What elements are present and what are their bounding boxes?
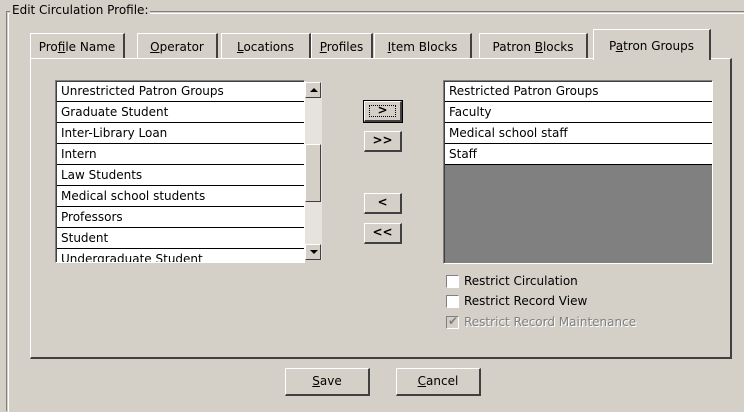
add-all-label: >> — [372, 133, 393, 147]
focus-rect — [369, 105, 396, 117]
restrict-record-maintenance-label: Restrict Record Maintenance — [464, 315, 637, 329]
scroll-down-button[interactable] — [305, 244, 321, 260]
restricted-list-header: Restricted Patron Groups — [445, 82, 712, 102]
list-item[interactable]: Professors — [57, 207, 304, 228]
tab-operator[interactable]: Operator — [137, 33, 218, 58]
list-item[interactable]: Faculty — [445, 102, 712, 123]
scroll-up-button[interactable] — [305, 82, 321, 98]
list-item[interactable]: Medical school staff — [445, 123, 712, 144]
tab-patron-groups[interactable]: Patron Groups — [593, 29, 711, 60]
restrict-record-maintenance-checkbox[interactable]: ✔ — [446, 314, 459, 329]
list-item[interactable]: Law Students — [57, 165, 304, 186]
tab-item-blocks[interactable]: Item Blocks — [374, 33, 472, 58]
list-item[interactable]: Inter-Library Loan — [57, 123, 304, 144]
remove-all-button[interactable]: << — [364, 223, 402, 244]
remove-selected-label: < — [377, 195, 388, 209]
cancel-label: C — [417, 374, 427, 388]
list-item[interactable]: Staff — [445, 144, 712, 165]
add-selected-button[interactable]: > — [363, 100, 403, 123]
restrict-circulation-label: Restrict Circulation — [464, 274, 578, 288]
list-item[interactable]: Graduate Student — [57, 102, 304, 123]
restrict-record-view-checkbox[interactable] — [446, 295, 459, 308]
arrow-down-icon — [310, 250, 318, 254]
tab-patron-blocks[interactable]: Patron Blocks — [479, 33, 588, 58]
remove-all-label: << — [372, 225, 393, 239]
list-item[interactable]: Intern — [57, 144, 304, 165]
tab-profiles[interactable]: Profiles — [311, 33, 373, 58]
tab-locations[interactable]: Locations — [221, 33, 311, 58]
save-label: S — [312, 374, 320, 388]
restrict-record-view-label: Restrict Record View — [464, 294, 588, 308]
unrestricted-list-scrollbar[interactable] — [305, 82, 322, 260]
add-all-button[interactable]: >> — [364, 131, 402, 152]
group-title: Edit Circulation Profile: — [10, 3, 151, 17]
list-item[interactable]: Student — [57, 228, 304, 249]
restrict-circulation-checkbox[interactable] — [446, 275, 459, 288]
scroll-thumb[interactable] — [305, 144, 321, 202]
checkmark-icon: ✔ — [448, 314, 459, 328]
unrestricted-groups-list[interactable]: Unrestricted Patron Groups Graduate Stud… — [55, 80, 305, 263]
empty-list-area — [445, 165, 712, 263]
remove-selected-button[interactable]: < — [364, 193, 402, 214]
arrow-up-icon — [310, 88, 318, 92]
cancel-button[interactable]: Cancel — [396, 368, 481, 396]
list-item[interactable]: Medical school students — [57, 186, 304, 207]
tab-profile-name[interactable]: Profile Name — [30, 33, 125, 58]
restricted-groups-list[interactable]: Restricted Patron Groups Faculty Medical… — [443, 80, 713, 264]
unrestricted-list-header: Unrestricted Patron Groups — [57, 82, 304, 102]
list-item[interactable]: Undergraduate Student — [57, 249, 304, 262]
save-button[interactable]: Save — [285, 368, 370, 396]
